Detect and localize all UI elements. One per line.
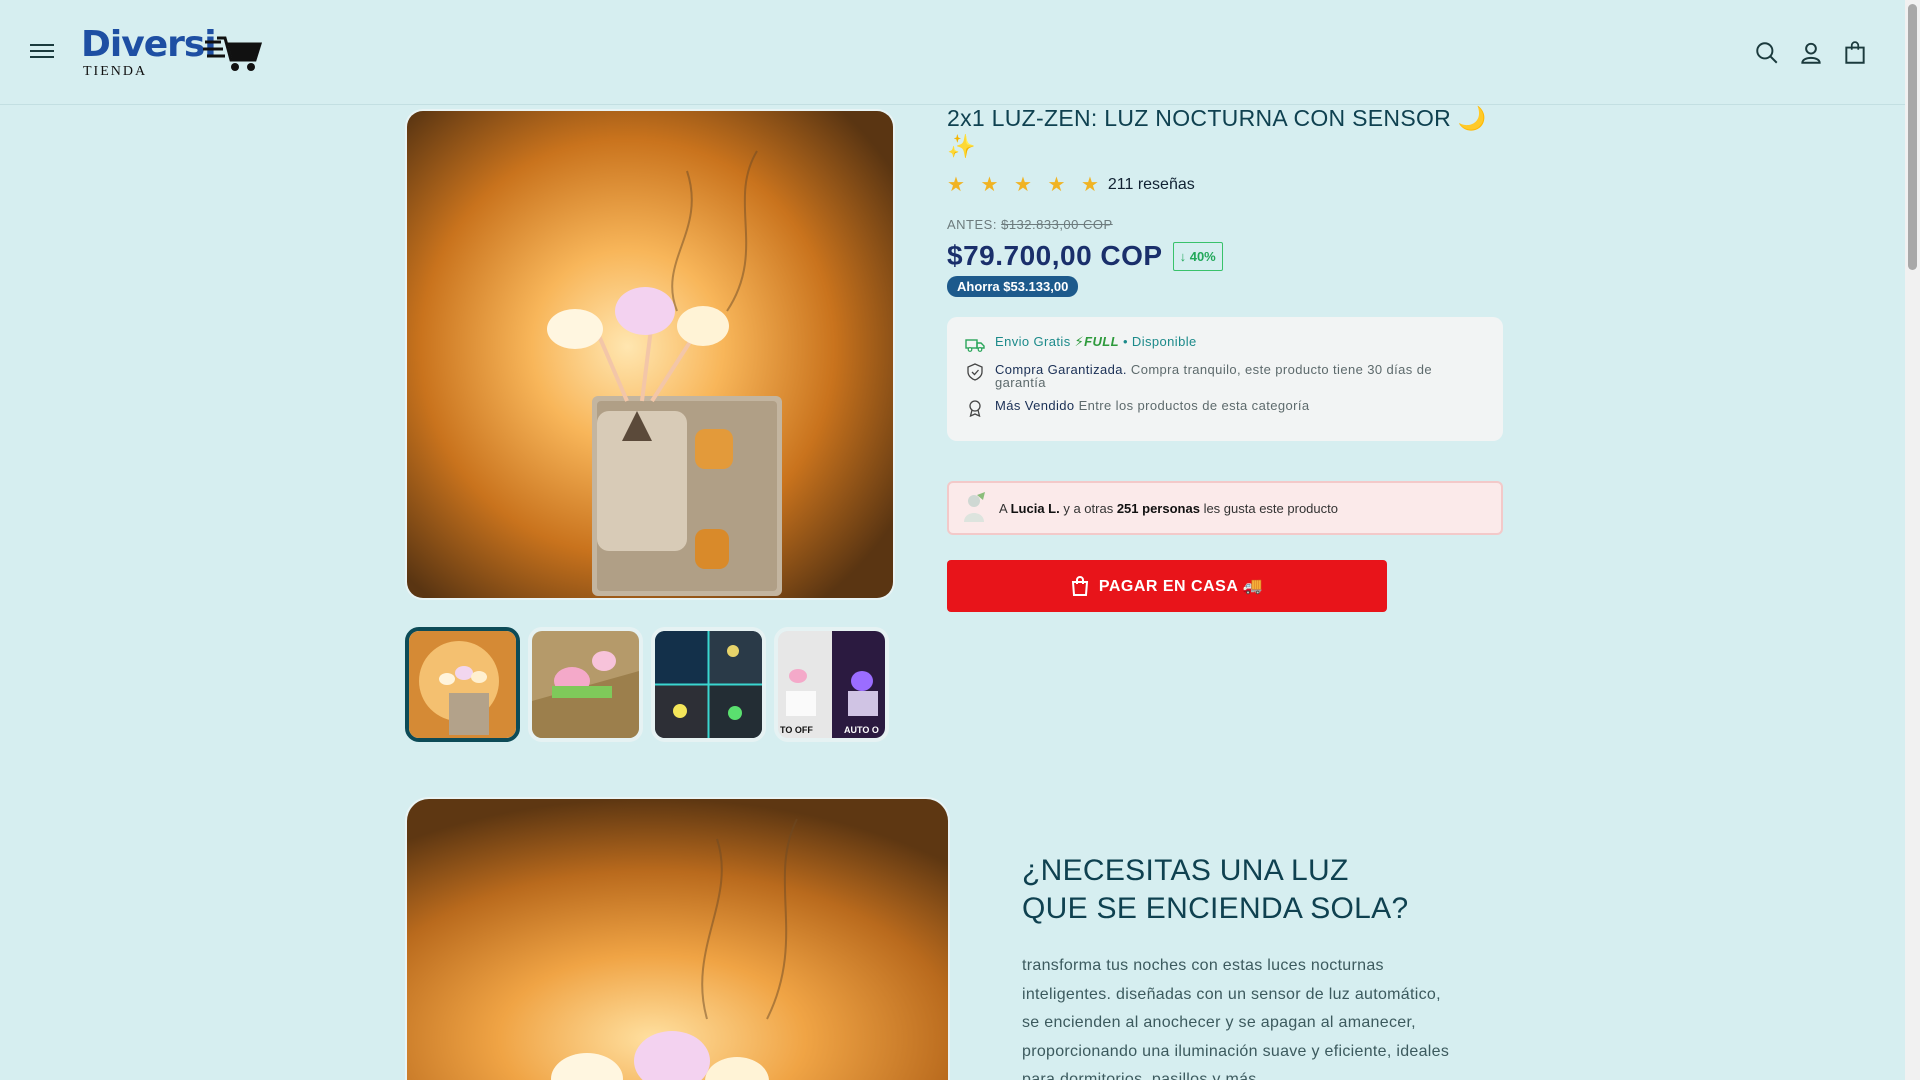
scrollbar-thumb[interactable] [1908, 4, 1917, 270]
logo-subtext: TIENDA [83, 64, 148, 79]
likes-suffix: les gusta este producto [1203, 500, 1338, 516]
thumbnail-2[interactable] [528, 627, 643, 742]
sale-price: $79.700,00 COP [947, 240, 1163, 271]
compare-price-row: ANTES: $132.833,00 COP [947, 217, 1503, 232]
thumbnail-4[interactable]: TO OFF AUTO O [774, 627, 889, 742]
thumbnail-image [409, 631, 516, 738]
section-body: transforma tus noches con estas luces no… [1022, 957, 1450, 1080]
full-badge: ⚡FULL [1075, 335, 1119, 348]
discount-badge: ↓ 40% [1172, 241, 1223, 271]
thumbnail-image: TO OFF AUTO O [778, 631, 885, 738]
pay-at-home-button[interactable]: PAGAR EN CASA 🚚 [947, 560, 1387, 612]
feature-image [405, 797, 950, 1080]
compare-price: $132.833,00 COP [1001, 217, 1113, 232]
bestseller-text: Entre los productos de esta categoría [1078, 398, 1310, 413]
benefit-section: ¿NECESITAS UNA LUZ QUE SE ENCIENDA SOLA?… [1022, 852, 1452, 1080]
menu-icon[interactable] [30, 40, 54, 64]
thumbnail-1[interactable] [405, 627, 520, 742]
thumbnail-label-on: AUTO O [844, 725, 879, 735]
price-row: $79.700,00 COP ↓ 40% [947, 240, 1503, 272]
product-info: 2x1 LUZ-ZEN: LUZ NOCTURNA CON SENSOR 🌙✨ … [947, 104, 1503, 612]
bolt-icon: ⚡ [1074, 334, 1085, 349]
full-label: FULL [1084, 334, 1119, 349]
shipping-label: Envio Gratis [995, 334, 1071, 349]
section-heading: ¿NECESITAS UNA LUZ QUE SE ENCIENDA SOLA? [1022, 852, 1452, 928]
heading-line-1: ¿NECESITAS UNA LUZ [1022, 854, 1349, 887]
product-main-image[interactable] [405, 109, 895, 600]
likes-name: Lucia L. [1010, 500, 1060, 516]
logo-text: Diversi [81, 24, 217, 65]
thumbnail-image [532, 631, 639, 738]
pay-button-label: PAGAR EN CASA 🚚 [1098, 578, 1264, 595]
review-count: 211 reseñas [1107, 175, 1195, 193]
rating-row[interactable]: ★ ★ ★ ★ ★ 211 reseñas [947, 172, 1503, 197]
availability: • Disponible [1122, 334, 1197, 349]
likes-middle: y a otras [1063, 500, 1114, 516]
store-logo[interactable]: Diversi TIENDA [81, 24, 271, 84]
rating-stars: ★ ★ ★ ★ ★ [947, 174, 1104, 196]
avatar [964, 492, 985, 522]
thumbnail-image [655, 631, 762, 738]
heading-line-2: QUE SE ENCIENDA SOLA? [1022, 892, 1409, 925]
antes-label: ANTES: [947, 217, 997, 232]
likes-text: A Lucia L. y a otras 251 personas les gu… [999, 501, 1338, 516]
site-header: Diversi TIENDA [0, 0, 1905, 105]
cart-icon[interactable] [1842, 40, 1868, 66]
thumbnail-label-off: TO OFF [780, 725, 813, 735]
shield-icon [967, 363, 983, 381]
social-proof-box: A Lucia L. y a otras 251 personas les gu… [947, 481, 1503, 535]
search-icon[interactable] [1754, 40, 1780, 66]
product-title: 2x1 LUZ-ZEN: LUZ NOCTURNA CON SENSOR 🌙✨ [947, 105, 1487, 159]
page-scrollbar[interactable] [1905, 0, 1920, 1080]
savings-badge: Ahorra $53.133,00 [947, 276, 1079, 297]
truck-icon [965, 339, 985, 352]
logo-cart-icon [203, 36, 263, 71]
likes-prefix: A [999, 500, 1007, 516]
likes-count: 251 personas [1116, 500, 1200, 516]
discount-value: 40% [1189, 248, 1216, 264]
mushroom-lamp-image [407, 111, 893, 598]
features-box: Envio Gratis ⚡FULL • Disponible Compra G… [947, 317, 1503, 441]
bestseller-title: Más Vendido [995, 398, 1075, 413]
account-icon[interactable] [1798, 40, 1824, 66]
award-icon [969, 400, 981, 417]
guarantee-row: Compra Garantizada. Compra tranquilo, es… [965, 363, 1485, 389]
arrow-down-icon: ↓ [1179, 248, 1187, 264]
bestseller-row: Más Vendido Entre los productos de esta … [965, 399, 1485, 417]
mushroom-lamp-closeup [407, 799, 948, 1080]
thumbnail-3[interactable] [651, 627, 766, 742]
shopping-bag-icon [1071, 576, 1088, 596]
shipping-row: Envio Gratis ⚡FULL • Disponible [965, 335, 1485, 353]
